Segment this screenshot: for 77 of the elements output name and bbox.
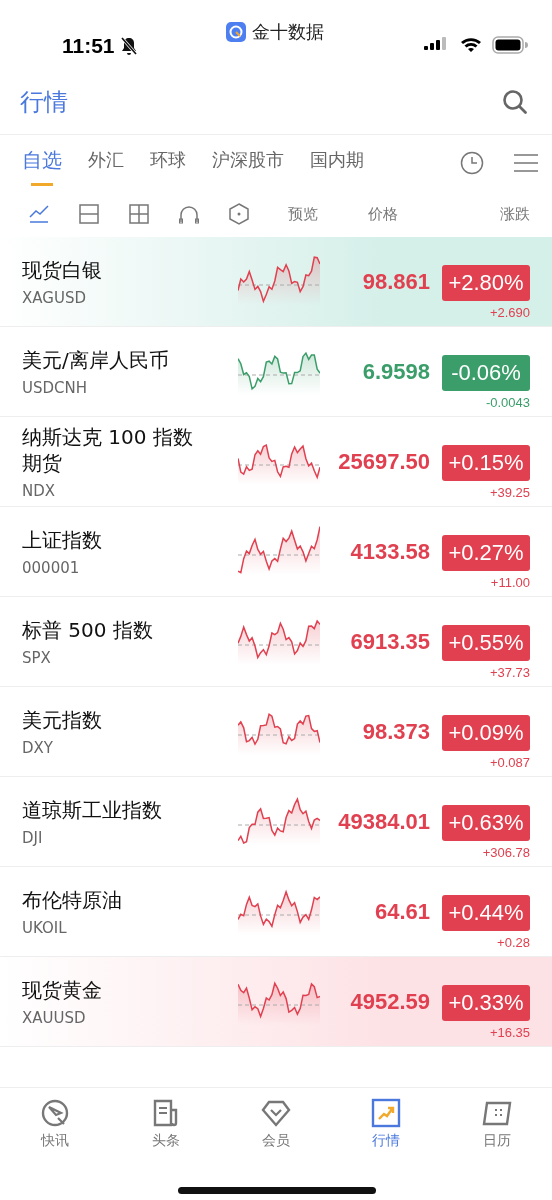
change-value: +11.00 (490, 575, 530, 590)
price-value: 6.9598 (361, 358, 430, 385)
price-value: 64.61 (373, 898, 430, 925)
clock-icon[interactable] (460, 151, 484, 175)
instrument-code: XAGUSD (22, 288, 87, 307)
line-chart-icon[interactable] (28, 203, 50, 225)
percent-change-badge: +2.80% (442, 265, 530, 301)
page-title: 行情 (20, 87, 68, 118)
wifi-icon (460, 37, 482, 53)
change-value: +0.28 (497, 935, 530, 950)
change-value: +2.690 (489, 305, 530, 320)
market-tab[interactable]: 国内期 (310, 142, 364, 184)
arch-icon[interactable] (178, 203, 200, 225)
back-to-app-link[interactable]: 金十数据 (252, 20, 324, 44)
menu-icon[interactable] (514, 153, 538, 173)
battery-icon (492, 36, 528, 54)
percent-change-badge: +0.33% (442, 985, 530, 1021)
app-logo-icon (226, 22, 246, 42)
instrument-name: 标普 500 指数 (22, 616, 154, 643)
percent-change-badge: +0.09% (442, 715, 530, 751)
compass-icon (40, 1098, 71, 1128)
nav-tab[interactable]: 日历 (441, 1098, 552, 1150)
percent-change-badge: +0.44% (442, 895, 530, 931)
instrument-name: 现货黄金 (22, 976, 103, 1003)
instrument-name: 上证指数 (22, 526, 103, 553)
column-header: 价格 (368, 204, 398, 224)
percent-change-badge: +0.63% (442, 805, 530, 841)
nav-tab[interactable]: 行情 (331, 1098, 442, 1150)
price-value: 25697.50 (337, 448, 430, 475)
grid-layout-icon[interactable] (128, 203, 150, 225)
instrument-code: DXY (22, 738, 54, 757)
hexagon-icon[interactable] (228, 203, 250, 225)
instrument-name: 纳斯达克 100 指数期货 (22, 423, 194, 476)
column-header: 涨跌 (500, 204, 530, 224)
price-value: 4133.58 (349, 538, 430, 565)
market-tab[interactable]: 外汇 (88, 142, 124, 184)
change-value: +16.35 (489, 1025, 530, 1040)
instrument-code: SPX (22, 648, 52, 667)
instrument-code: DJI (22, 828, 44, 847)
instrument-code: NDX (22, 481, 57, 500)
instrument-name: 道琼斯工业指数 (22, 796, 163, 823)
change-value: +37.73 (489, 665, 530, 680)
price-value: 98.373 (361, 718, 430, 745)
quote-row[interactable]: 现货白银 XAGUSD 98.861 +2.80% +2.690 (0, 237, 552, 327)
change-value: +0.087 (489, 755, 530, 770)
percent-change-badge: +0.55% (442, 625, 530, 661)
bell-muted-icon (118, 36, 139, 56)
instrument-code: USDCNH (22, 378, 89, 397)
market-tab[interactable]: 环球 (150, 142, 186, 184)
instrument-name: 美元/离岸人民币 (22, 346, 170, 373)
instrument-code: XAUUSD (22, 1008, 87, 1027)
quote-row[interactable]: 现货黄金 XAUUSD 4952.59 +0.33% +16.35 (0, 957, 552, 1047)
change-value: -0.0043 (485, 395, 530, 410)
price-value: 98.861 (361, 268, 430, 295)
trend-chart-icon (371, 1098, 402, 1128)
change-value: +39.25 (489, 485, 530, 500)
instrument-code: 000001 (22, 558, 81, 577)
price-value: 4952.59 (349, 988, 430, 1015)
price-value: 6913.35 (349, 628, 430, 655)
market-tab[interactable]: 沪深股市 (212, 142, 284, 184)
change-value: +306.78 (482, 845, 530, 860)
percent-change-badge: +0.27% (442, 535, 530, 571)
percent-change-badge: -0.06% (442, 355, 530, 391)
instrument-name: 布伦特原油 (22, 886, 123, 913)
instrument-name: 美元指数 (22, 706, 103, 733)
percent-change-badge: +0.15% (442, 445, 530, 481)
nav-tab[interactable]: 快讯 (0, 1098, 111, 1150)
search-icon[interactable] (502, 89, 528, 115)
nav-tab[interactable]: 头条 (110, 1098, 221, 1150)
diamond-icon (261, 1098, 291, 1128)
price-value: 49384.01 (337, 808, 430, 835)
instrument-code: UKOIL (22, 918, 68, 937)
nav-tab[interactable]: 会员 (220, 1098, 332, 1150)
column-header: 预览 (288, 204, 318, 224)
instrument-name: 现货白银 (22, 256, 103, 283)
clock-time: 11:51 (62, 34, 115, 58)
rows-layout-icon[interactable] (78, 203, 100, 225)
